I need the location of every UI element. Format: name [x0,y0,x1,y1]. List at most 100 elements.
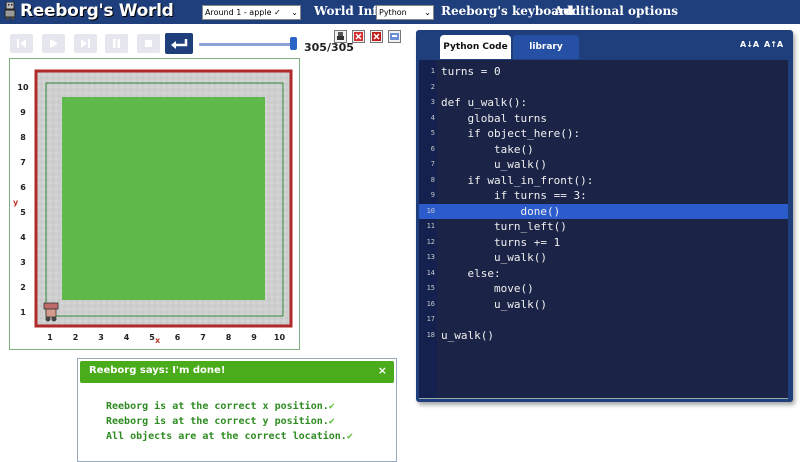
code-line[interactable]: 9 if turns == 3: [419,188,788,203]
x-tick-label: 4 [124,333,130,342]
line-number: 1 [430,67,435,75]
y-tick-label: 5 [20,208,26,217]
code-line[interactable]: 15 move() [419,281,788,296]
code-text: turns += 1 [441,235,561,249]
x-tick-label: 7 [200,333,206,342]
y-tick-label: 6 [20,183,26,192]
code-line[interactable]: 11 turn_left() [419,219,788,234]
robot-tool-button[interactable] [334,30,347,43]
clear-trace-button[interactable] [370,30,383,43]
speed-slider-thumb[interactable] [290,37,297,50]
x-axis-label: x [155,336,161,345]
code-line[interactable]: 5 if object_here(): [419,126,788,141]
code-editor[interactable]: 1 turns = 0 2 3 def u_walk(): 4 global turns 5… [419,60,788,398]
pause-button[interactable] [105,34,128,53]
code-text: u_walk() [441,158,547,171]
reload-icon [17,39,26,48]
code-line[interactable]: 3 def u_walk(): [419,95,788,110]
code-text: u_walk() [441,251,547,264]
message-x-position: Reeborg is at the correct x position.✔ [106,401,335,412]
x-tick-label: 6 [175,333,181,342]
y-tick-label: 8 [20,133,26,142]
step-button[interactable] [74,34,97,53]
clear-world-button[interactable] [352,30,365,43]
line-number: 11 [426,222,435,230]
speed-slider[interactable] [199,43,296,46]
tab-python-code[interactable]: Python Code [440,35,511,59]
code-text: done() [441,204,561,218]
line-number: 5 [430,129,435,137]
tab-library[interactable]: library [513,35,579,59]
line-number: 8 [430,175,435,184]
x-tick-label: 10 [274,333,286,342]
code-line[interactable]: 13 u_walk() [419,250,788,265]
world-map: 1 2 3 4 5 6 7 8 9 10 12345678910 x y [13,69,293,345]
code-line[interactable]: 12 turns += 1 [419,235,788,250]
stop-button[interactable] [137,34,160,53]
world-background [34,69,293,328]
code-line[interactable]: 1 turns = 0 [419,64,788,79]
check-icon: ✔ [346,431,353,442]
code-text: if wall_in_front(): [441,173,594,187]
reeborg-dialog: Reeborg says: I'm done! × Reeborg is at … [77,358,397,462]
line-number: 6 [430,144,435,153]
robot-icon [337,32,344,40]
code-line[interactable]: 10 done() [419,203,788,219]
chevron-down-icon: ⌄ [424,8,431,17]
code-line[interactable]: 16 u_walk() [419,297,788,312]
code-line[interactable]: 6 take() [419,142,788,157]
code-line[interactable]: 17 [419,312,788,327]
message-text: Reeborg is at the correct x position. [106,401,329,412]
y-tick-label: 10 [17,83,29,92]
code-line[interactable]: 8 if wall_in_front(): [419,173,788,188]
code-text: global turns [441,111,547,125]
check-icon: ✔ [328,416,335,427]
play-button[interactable] [42,34,65,53]
grass-area [62,97,265,300]
return-icon [171,38,188,49]
pause-icon [113,39,120,48]
x-tick-label: 3 [98,333,104,342]
dialog-title: Reeborg says: I'm done! [89,365,226,376]
chevron-down-icon: ⌄ [291,8,298,17]
stop-icon [145,40,152,47]
code-line[interactable]: 2 [419,80,788,95]
code-line[interactable]: 14 else: [419,266,788,281]
decrease-font-button[interactable]: A↓A [740,40,759,49]
increase-font-button[interactable]: A↑A [764,40,783,49]
code-line[interactable]: 4 global turns [419,111,788,126]
world-info-link[interactable]: World Info [314,4,385,18]
line-number: 10 [426,206,435,215]
line-number: 4 [430,113,435,122]
line-number: 12 [426,237,435,246]
language-select[interactable]: Python ⌄ [376,5,434,20]
y-tick-label: 9 [20,108,26,117]
code-text: def u_walk(): [441,96,528,109]
dialog-close-button[interactable]: × [378,364,387,377]
y-tick-label: 4 [20,233,26,242]
message-y-position: Reeborg is at the correct y position.✔ [106,416,335,427]
step-icon [81,39,90,48]
additional-options-link[interactable]: Additional options [554,4,678,18]
code-text: u_walk() [441,328,494,342]
reload-button[interactable] [10,34,33,53]
message-text: All objects are at the correct location. [106,431,347,442]
code-text: else: [441,266,501,280]
app-title: Reeborg's World [20,1,174,21]
line-number: 13 [426,253,435,261]
top-bar: Reeborg's World Around 1 - apple ✓ ⌄ Wor… [0,0,800,24]
line-number: 3 [430,98,435,106]
x-tick-label: 8 [226,333,232,342]
world-canvas[interactable]: 1 2 3 4 5 6 7 8 9 10 1 2 3 4 5 6 7 8 9 10 x y [9,58,300,350]
return-button[interactable] [165,33,193,54]
edit-world-button[interactable] [388,30,401,43]
play-icon [50,39,58,48]
code-text: if object_here(): [441,127,581,140]
line-number: 7 [430,160,435,168]
code-line[interactable]: 18 u_walk() [419,328,788,343]
world-select[interactable]: Around 1 - apple ✓ ⌄ [202,5,301,20]
editor-divider [419,398,788,399]
y-tick-label: 2 [20,283,26,292]
code-line[interactable]: 7 u_walk() [419,157,788,172]
reeborg-logo-icon [4,2,16,20]
